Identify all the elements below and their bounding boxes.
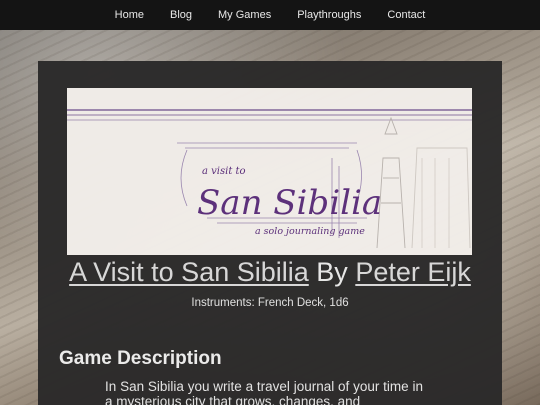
- banner-tagline: a solo journaling game: [255, 226, 365, 237]
- game-title-link[interactable]: A Visit to San Sibilia: [69, 257, 309, 287]
- nav-blog[interactable]: Blog: [157, 9, 205, 21]
- top-navbar: Home Blog My Games Playthroughs Contact: [0, 0, 540, 30]
- nav-home[interactable]: Home: [102, 9, 157, 21]
- game-card: a visit to San Sibilia a solo journaling…: [38, 61, 502, 405]
- author-link[interactable]: Peter Eijk: [355, 257, 471, 287]
- nav-my-games[interactable]: My Games: [205, 9, 284, 21]
- instruments-text: Instruments: French Deck, 1d6: [191, 297, 349, 309]
- banner-logo-text: San Sibilia: [197, 183, 382, 223]
- nav-playthroughs[interactable]: Playthroughs: [284, 9, 374, 21]
- banner-artwork: a visit to San Sibilia a solo journaling…: [67, 109, 472, 249]
- banner-small-text: a visit to: [202, 166, 246, 177]
- title-by-word: By: [316, 257, 348, 287]
- game-description-text: In San Sibilia you write a travel journa…: [105, 379, 423, 405]
- nav-contact[interactable]: Contact: [374, 9, 438, 21]
- game-banner-image: a visit to San Sibilia a solo journaling…: [67, 88, 472, 255]
- game-title: A Visit to San Sibilia By Peter Eijk: [38, 257, 502, 288]
- game-description-heading: Game Description: [59, 348, 222, 369]
